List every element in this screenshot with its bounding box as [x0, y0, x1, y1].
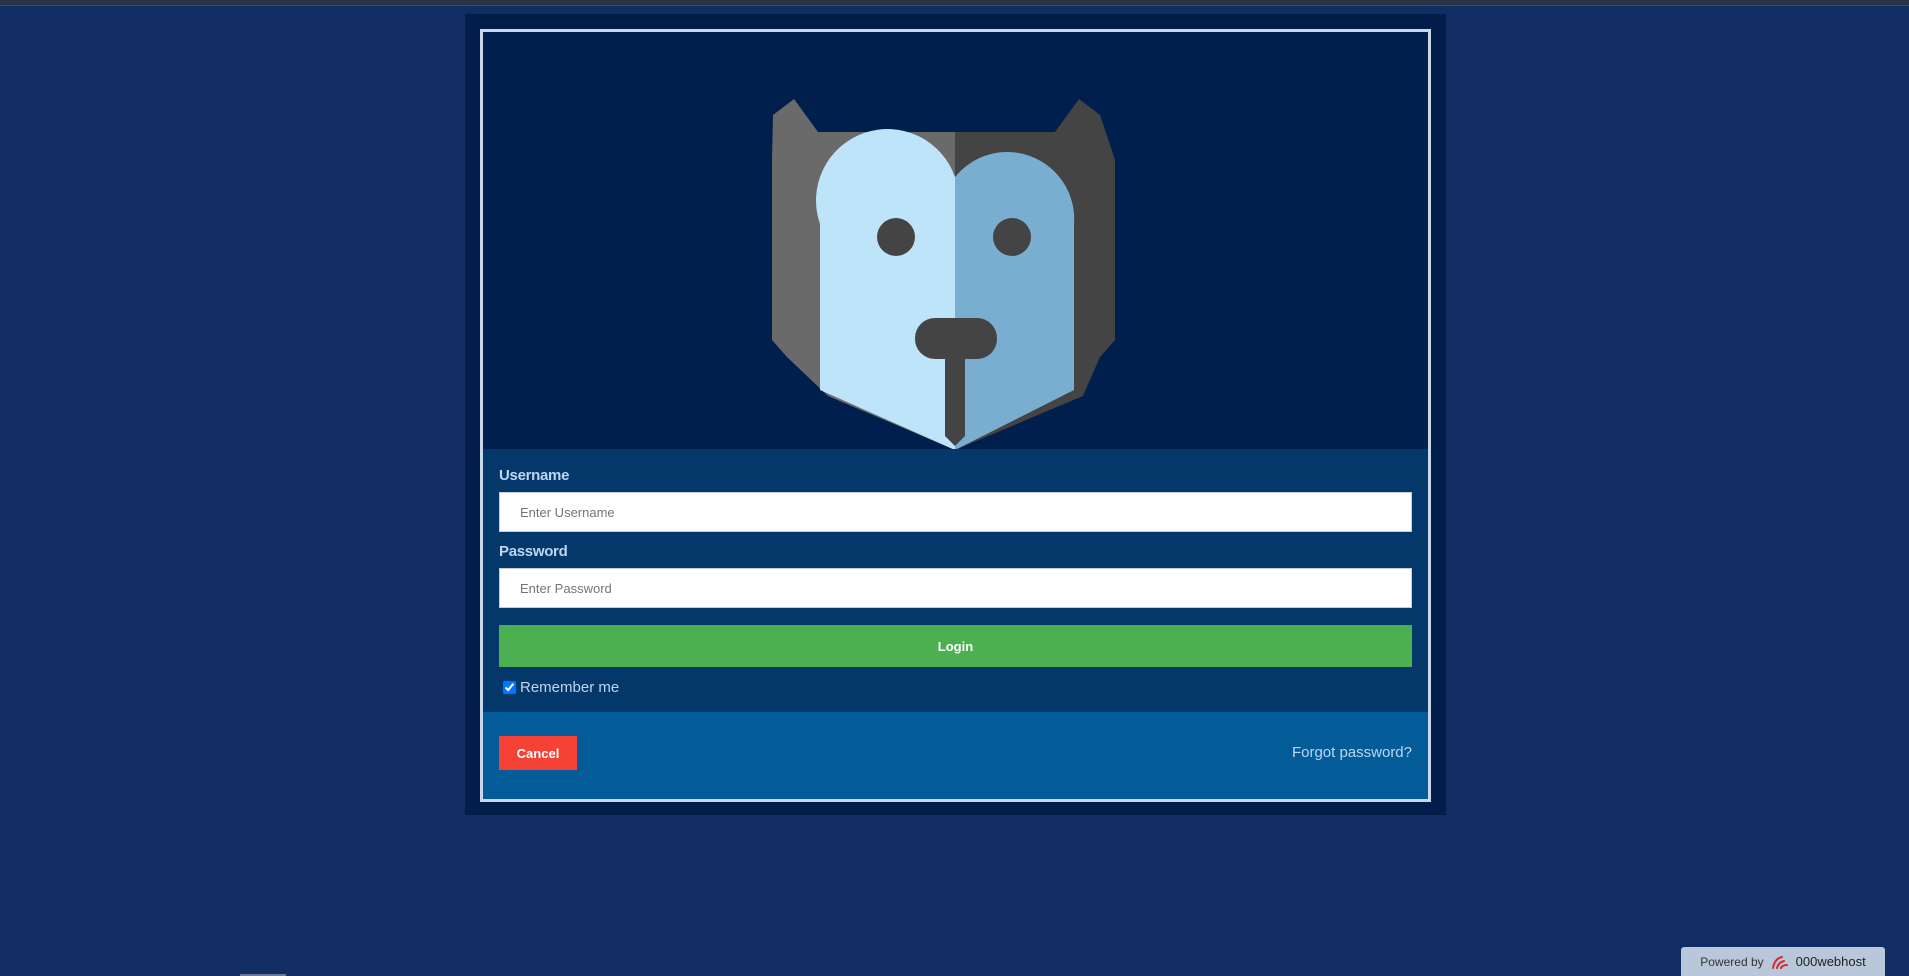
dog-mouth — [945, 357, 965, 446]
username-label: Username — [499, 467, 570, 484]
password-label: Password — [499, 543, 568, 560]
login-form: Username Password Login Remember me — [483, 449, 1428, 712]
login-button[interactable]: Login — [499, 625, 1412, 667]
username-input[interactable] — [499, 492, 1412, 532]
webhost-brand-text: 000webhost — [1795, 954, 1866, 969]
login-form-frame: Username Password Login Remember me Canc… — [480, 29, 1431, 802]
remember-me[interactable]: Remember me — [503, 679, 619, 696]
dog-eye-left — [877, 218, 915, 256]
cancel-button[interactable]: Cancel — [499, 736, 577, 770]
login-footer: Cancel Forgot password? — [483, 712, 1428, 799]
dog-nose — [915, 318, 997, 359]
webhost-logo-icon — [1771, 955, 1788, 969]
forgot-password-link[interactable]: Forgot password? — [1292, 744, 1412, 761]
remember-me-label: Remember me — [520, 679, 620, 696]
powered-by-badge[interactable]: Powered by 000webhost — [1681, 947, 1885, 976]
dog-eye-right — [993, 218, 1031, 256]
avatar-container — [483, 32, 1428, 449]
browser-top-strip — [0, 0, 1909, 6]
dog-face-left — [816, 129, 955, 449]
login-modal: Username Password Login Remember me Canc… — [465, 14, 1446, 815]
powered-by-text: Powered by — [1700, 954, 1764, 969]
password-input[interactable] — [499, 568, 1412, 608]
remember-me-checkbox[interactable] — [503, 681, 516, 694]
dog-avatar-icon — [772, 99, 1115, 449]
